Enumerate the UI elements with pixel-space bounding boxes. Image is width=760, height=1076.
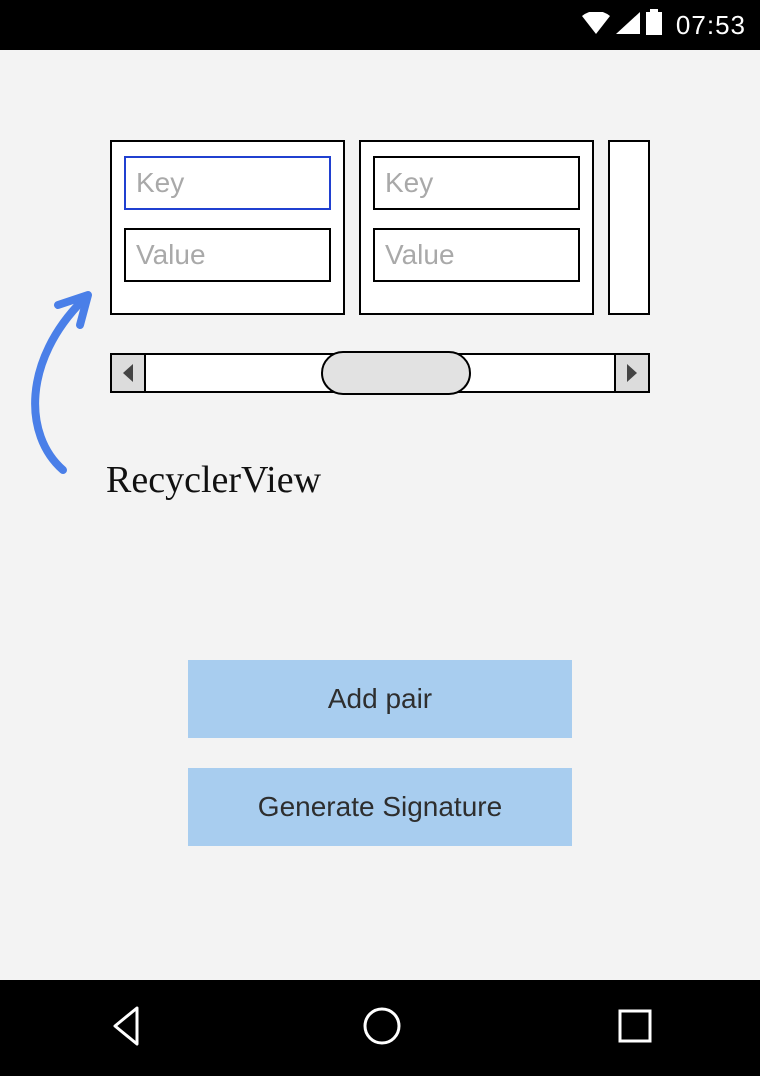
status-clock: 07:53 [676,10,746,41]
nav-recent-icon[interactable] [615,1006,655,1051]
battery-icon [646,9,662,42]
navigation-bar [0,980,760,1076]
scroll-right-arrow-icon[interactable] [614,355,648,391]
pair-card: Key Value [110,140,345,315]
recycler-view[interactable]: Key Value Key Value [110,140,650,315]
pair-card: Key Value [359,140,594,315]
value-placeholder: Value [385,239,455,271]
nav-back-icon[interactable] [105,1004,149,1053]
nav-home-icon[interactable] [360,1004,404,1053]
key-placeholder: Key [136,167,184,199]
scroll-track[interactable] [146,355,614,391]
add-pair-button[interactable]: Add pair [188,660,572,738]
content-area: Key Value Key Value R [0,50,760,980]
cellular-icon [616,10,640,41]
key-field[interactable]: Key [124,156,331,210]
horizontal-scrollbar[interactable] [110,353,650,393]
status-icons [582,9,662,42]
button-stack: Add pair Generate Signature [188,660,572,846]
key-placeholder: Key [385,167,433,199]
scroll-left-arrow-icon[interactable] [112,355,146,391]
status-bar: 07:53 [0,0,760,50]
value-placeholder: Value [136,239,206,271]
generate-signature-button[interactable]: Generate Signature [188,768,572,846]
value-field[interactable]: Value [373,228,580,282]
pair-card-peek [608,140,650,315]
scroll-thumb[interactable] [321,351,471,395]
key-field[interactable]: Key [373,156,580,210]
annotation-label: RecyclerView [106,458,321,502]
value-field[interactable]: Value [124,228,331,282]
wifi-icon [582,10,610,41]
